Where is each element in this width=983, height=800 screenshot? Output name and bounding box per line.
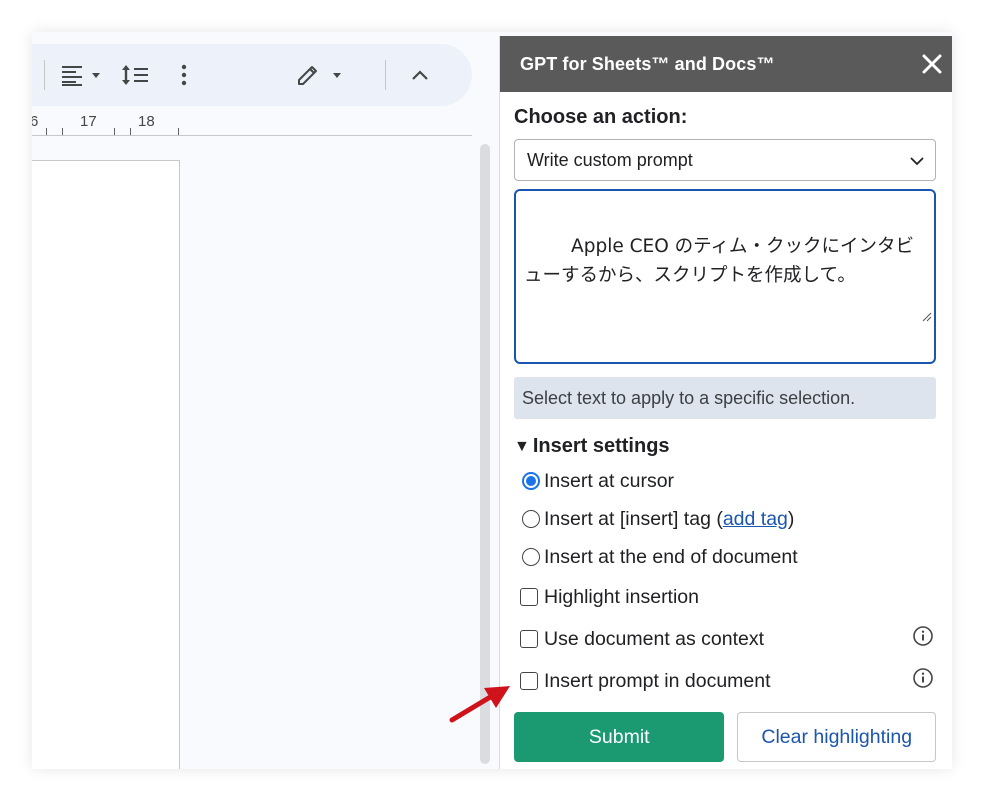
option-label: Use document as context: [544, 627, 765, 650]
edit-pencil-icon[interactable]: [294, 58, 354, 92]
choose-action-label: Choose an action:: [514, 106, 688, 128]
sidebar-body: Choose an action: Write custom prompt Ap…: [500, 106, 952, 762]
option-insert-prompt-in-document[interactable]: Insert prompt in document: [514, 660, 936, 702]
option-label: Insert at cursor: [544, 469, 675, 492]
add-tag-link[interactable]: add tag: [723, 508, 788, 531]
ruler-number: 6: [32, 113, 39, 130]
chevron-down-icon: [909, 150, 925, 171]
docs-toolbar: [32, 44, 472, 106]
ruler-tick: [62, 128, 63, 135]
align-left-icon[interactable]: [58, 58, 106, 92]
action-select-value: Write custom prompt: [527, 149, 693, 170]
ruler-number: 17: [80, 113, 97, 130]
close-icon[interactable]: [912, 36, 952, 92]
toolbar-divider: [44, 60, 45, 90]
sidebar-title: GPT for Sheets™ and Docs™: [520, 53, 775, 74]
app-window: 6 17 18 GPT for Sheets™ and Docs™ Choose…: [32, 32, 952, 769]
prompt-textarea[interactable]: Apple CEO のティム・クックにインタビューするから、スクリプトを作成して…: [514, 189, 936, 364]
radio-insert-at-cursor[interactable]: [522, 472, 540, 490]
option-label: Highlight insertion: [544, 585, 700, 608]
action-buttons: Submit Clear highlighting: [514, 712, 936, 762]
option-insert-at-tag[interactable]: Insert at [insert] tag ( add tag ): [514, 500, 936, 538]
insert-settings-title: Insert settings: [532, 435, 670, 457]
radio-insert-at-end[interactable]: [522, 548, 540, 566]
sidebar-header: GPT for Sheets™ and Docs™: [500, 36, 952, 92]
ruler-tick: [178, 128, 179, 135]
insert-settings-toggle[interactable]: ▼ Insert settings: [514, 435, 936, 458]
ruler: 6 17 18: [32, 110, 472, 136]
ruler-tick: [130, 128, 131, 135]
triangle-down-icon: ▼: [514, 437, 530, 455]
ruler-tick: [46, 128, 47, 135]
action-select[interactable]: Write custom prompt: [514, 139, 936, 181]
clear-highlighting-button[interactable]: Clear highlighting: [737, 712, 936, 762]
more-vert-icon[interactable]: [172, 58, 196, 92]
red-arrow-icon: [446, 682, 516, 731]
selection-hint: Select text to apply to a specific selec…: [514, 377, 936, 419]
document-page[interactable]: [32, 160, 180, 769]
checkbox-insert-prompt-in-document[interactable]: [520, 672, 538, 690]
option-highlight-insertion[interactable]: Highlight insertion: [514, 576, 936, 618]
line-spacing-icon[interactable]: [118, 58, 154, 92]
info-icon[interactable]: [912, 667, 934, 695]
checkbox-use-document-context[interactable]: [520, 630, 538, 648]
resize-grip-icon[interactable]: [863, 273, 932, 360]
collapse-up-icon[interactable]: [402, 58, 438, 92]
submit-button[interactable]: Submit: [514, 712, 725, 762]
option-label-suffix: ): [787, 507, 795, 530]
option-use-document-context[interactable]: Use document as context: [514, 618, 936, 660]
checkbox-highlight-insertion[interactable]: [520, 588, 538, 606]
scrollbar[interactable]: [480, 144, 490, 764]
toolbar-divider: [385, 60, 386, 90]
ruler-tick: [114, 128, 115, 135]
option-insert-at-end[interactable]: Insert at the end of document: [514, 538, 936, 576]
option-label: Insert at the end of document: [544, 545, 798, 568]
info-icon[interactable]: [912, 625, 934, 653]
ruler-number: 18: [138, 113, 155, 130]
prompt-text: Apple CEO のティム・クックにインタビューするから、スクリプトを作成して…: [524, 236, 915, 286]
radio-insert-at-tag[interactable]: [522, 510, 540, 528]
selection-hint-text: Select text to apply to a specific selec…: [522, 387, 856, 408]
option-label: Insert at [insert] tag (: [544, 507, 723, 530]
gpt-sidebar: GPT for Sheets™ and Docs™ Choose an acti…: [499, 36, 952, 769]
option-insert-at-cursor[interactable]: Insert at cursor: [514, 462, 936, 500]
option-label: Insert prompt in document: [544, 669, 771, 692]
